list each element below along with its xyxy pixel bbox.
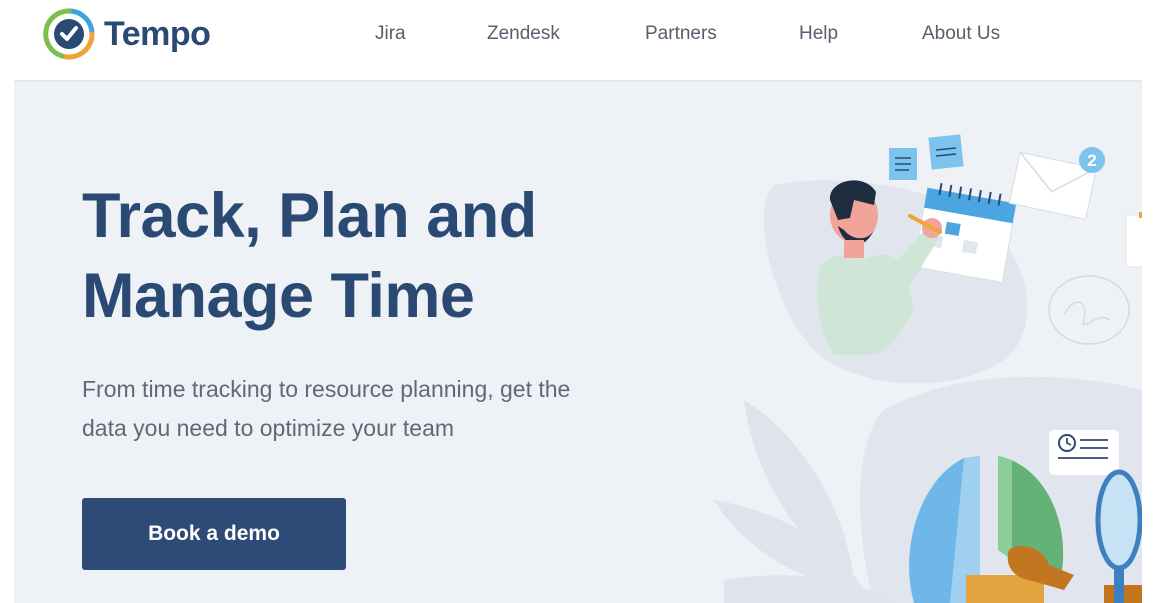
- nav-link-about-us[interactable]: About Us: [922, 23, 1000, 45]
- checkmark-logo-icon: [43, 8, 95, 60]
- nav-link-help[interactable]: Help: [799, 23, 838, 45]
- hero-subtitle-line-2: data you need to optimize your team: [82, 415, 455, 441]
- site-header: Tempo Jira Zendesk Partners Help About U…: [0, 0, 1158, 80]
- brand-logo[interactable]: Tempo: [42, 7, 211, 61]
- nav-link-partners[interactable]: Partners: [645, 23, 717, 45]
- hero-title: Track, Plan and Manage Time: [82, 176, 702, 336]
- hero-subtitle: From time tracking to resource planning,…: [82, 370, 642, 448]
- hero-subtitle-line-1: From time tracking to resource planning,…: [82, 376, 571, 402]
- hero-section: Track, Plan and Manage Time From time tr…: [14, 80, 1142, 603]
- hero-illustration: 2: [714, 134, 1142, 603]
- nav-link-jira[interactable]: Jira: [375, 23, 406, 45]
- nav-link-zendesk[interactable]: Zendesk: [487, 23, 560, 45]
- clock-icon: [1049, 430, 1119, 475]
- book-demo-button[interactable]: Book a demo: [82, 498, 346, 570]
- brand-name: Tempo: [104, 14, 211, 53]
- notification-count: 2: [1087, 151, 1096, 170]
- chart-card: [1125, 214, 1142, 268]
- sticky-note-icon: [889, 148, 917, 180]
- hero-title-line-1: Track, Plan and: [82, 181, 537, 251]
- signature-doodle: [1048, 275, 1130, 345]
- header-divider: [14, 80, 1142, 82]
- hero-title-line-2: Manage Time: [82, 261, 475, 331]
